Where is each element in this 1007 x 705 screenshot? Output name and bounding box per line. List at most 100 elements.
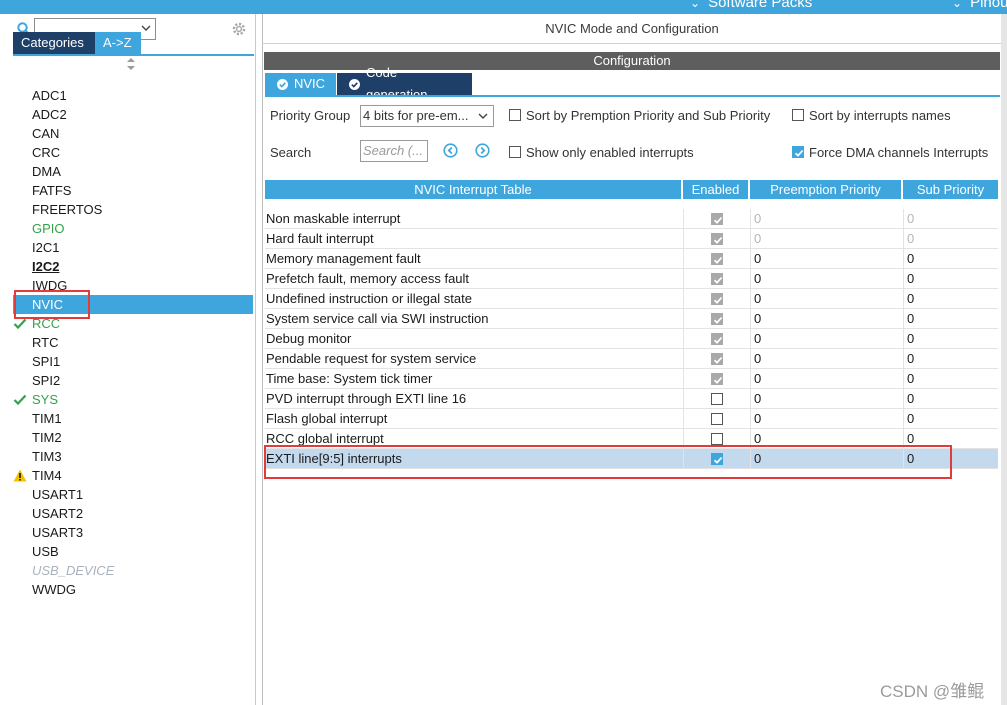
table-row[interactable]: Flash global interrupt 0 0 [265, 409, 998, 429]
sidebar-item-wwdg[interactable]: WWDG [13, 580, 253, 599]
sub-priority-cell[interactable]: 0 [903, 409, 998, 428]
table-row[interactable]: Undefined instruction or illegal state 0 0 [265, 289, 998, 309]
sub-priority-cell[interactable]: 0 [903, 249, 998, 268]
config-tabs: NVIC Code generation [265, 65, 472, 102]
preemption-priority-cell[interactable]: 0 [750, 329, 903, 348]
enabled-cell [683, 249, 750, 268]
sidebar-item-tim1[interactable]: TIM1 [13, 409, 253, 428]
sidebar-item-usart3[interactable]: USART3 [13, 523, 253, 542]
previous-icon[interactable] [443, 143, 458, 158]
interrupt-search-input[interactable]: Search (... [360, 140, 428, 162]
sidebar-item-label: FREERTOS [32, 202, 103, 217]
sub-priority-cell[interactable]: 0 [903, 309, 998, 328]
sidebar-item-freertos[interactable]: FREERTOS [13, 200, 253, 219]
enabled-cell [683, 329, 750, 348]
tab-code-generation[interactable]: Code generation [337, 65, 472, 102]
enabled-checkbox[interactable] [711, 393, 723, 405]
table-row[interactable]: System service call via SWI instruction 0… [265, 309, 998, 329]
preemption-priority-cell[interactable]: 0 [750, 249, 903, 268]
left-tabs: Categories A->Z [13, 32, 141, 54]
enabled-checkbox[interactable] [711, 433, 723, 445]
sidebar-item-adc1[interactable]: ADC1 [13, 86, 253, 105]
sidebar-item-crc[interactable]: CRC [13, 143, 253, 162]
sort-names-checkbox[interactable] [792, 109, 804, 121]
preemption-priority-cell[interactable]: 0 [750, 289, 903, 308]
table-row[interactable]: Prefetch fault, memory access fault 0 0 [265, 269, 998, 289]
header-enabled[interactable]: Enabled [683, 180, 750, 199]
sidebar-item-i2c1[interactable]: I2C1 [13, 238, 253, 257]
sidebar-item-spi2[interactable]: SPI2 [13, 371, 253, 390]
sidebar-item-can[interactable]: CAN [13, 124, 253, 143]
software-packs-menu[interactable]: ⌄ Software Packs [690, 0, 812, 11]
sub-priority-cell[interactable]: 0 [903, 269, 998, 288]
scrollbar[interactable] [1001, 14, 1007, 705]
sort-premption-checkbox[interactable] [509, 109, 521, 121]
preemption-priority-cell[interactable]: 0 [750, 229, 903, 248]
sub-priority-cell[interactable]: 0 [903, 349, 998, 368]
preemption-priority-cell[interactable]: 0 [750, 409, 903, 428]
sidebar-item-rtc[interactable]: RTC [13, 333, 253, 352]
sidebar-item-adc2[interactable]: ADC2 [13, 105, 253, 124]
pinout-menu[interactable]: ⌄Pinout [952, 0, 1007, 11]
show-enabled-checkbox[interactable] [509, 146, 521, 158]
sidebar-item-gpio[interactable]: GPIO [13, 219, 253, 238]
sidebar-item-label: SPI2 [32, 373, 61, 388]
tab-underline [13, 54, 254, 56]
priority-group-select[interactable]: 4 bits for pre-em... [360, 105, 494, 127]
preemption-priority-cell[interactable]: 0 [750, 349, 903, 368]
preemption-priority-cell[interactable]: 0 [750, 209, 903, 228]
chevron-down-icon: ⌄ [952, 0, 963, 10]
sub-priority-cell[interactable]: 0 [903, 369, 998, 388]
enabled-checkbox[interactable] [711, 413, 723, 425]
sidebar-item-tim2[interactable]: TIM2 [13, 428, 253, 447]
preemption-priority-cell[interactable]: 0 [750, 309, 903, 328]
sub-priority-cell[interactable]: 0 [903, 389, 998, 408]
nvic-table-header: NVIC Interrupt Table Enabled Preemption … [265, 180, 998, 199]
preemption-priority-cell[interactable]: 0 [750, 269, 903, 288]
tab-a-to-z[interactable]: A->Z [95, 32, 141, 54]
header-interrupt[interactable]: NVIC Interrupt Table [265, 180, 683, 199]
sidebar-item-usart2[interactable]: USART2 [13, 504, 253, 523]
sidebar-item-tim3[interactable]: TIM3 [13, 447, 253, 466]
enabled-cell [683, 289, 750, 308]
sub-priority-cell[interactable]: 0 [903, 289, 998, 308]
table-row[interactable]: PVD interrupt through EXTI line 16 0 0 [265, 389, 998, 409]
header-preemption[interactable]: Preemption Priority [750, 180, 903, 199]
force-dma-checkbox[interactable] [792, 146, 804, 158]
preemption-priority-cell[interactable]: 0 [750, 389, 903, 408]
sidebar-item-fatfs[interactable]: FATFS [13, 181, 253, 200]
enabled-checkbox [711, 273, 723, 285]
sort-icon[interactable] [127, 58, 135, 70]
sidebar-item-tim4[interactable]: TIM4 [13, 466, 253, 485]
sidebar-item-usart1[interactable]: USART1 [13, 485, 253, 504]
chevron-down-icon: ⌄ [690, 0, 701, 10]
next-icon[interactable] [475, 143, 490, 158]
table-row[interactable]: Debug monitor 0 0 [265, 329, 998, 349]
gear-icon[interactable] [230, 20, 248, 38]
sidebar-item-dma[interactable]: DMA [13, 162, 253, 181]
sub-priority-cell[interactable]: 0 [903, 209, 998, 228]
table-row[interactable]: Time base: System tick timer 0 0 [265, 369, 998, 389]
table-row[interactable]: Pendable request for system service 0 0 [265, 349, 998, 369]
sidebar-item-sys[interactable]: SYS [13, 390, 253, 409]
tab-nvic[interactable]: NVIC [265, 73, 336, 95]
table-row[interactable]: Non maskable interrupt 0 0 [265, 209, 998, 229]
enabled-cell [683, 269, 750, 288]
tab-categories[interactable]: Categories [13, 32, 95, 54]
sub-priority-cell[interactable]: 0 [903, 229, 998, 248]
sidebar-item-spi1[interactable]: SPI1 [13, 352, 253, 371]
sub-priority-cell[interactable]: 0 [903, 329, 998, 348]
preemption-priority-cell[interactable]: 0 [750, 369, 903, 388]
sidebar-item-i2c2[interactable]: I2C2 [13, 257, 253, 276]
header-sub-priority[interactable]: Sub Priority [903, 180, 998, 199]
show-enabled-label: Show only enabled interrupts [526, 145, 694, 160]
table-row[interactable]: Hard fault interrupt 0 0 [265, 229, 998, 249]
interrupt-name: System service call via SWI instruction [266, 311, 489, 326]
force-dma-label: Force DMA channels Interrupts [809, 145, 989, 160]
chevron-down-icon [141, 25, 151, 31]
table-row[interactable]: Memory management fault 0 0 [265, 249, 998, 269]
sidebar-item-usb_device[interactable]: USB_DEVICE [13, 561, 253, 580]
interrupt-name: Undefined instruction or illegal state [266, 291, 472, 306]
enabled-checkbox [711, 313, 723, 325]
sidebar-item-usb[interactable]: USB [13, 542, 253, 561]
